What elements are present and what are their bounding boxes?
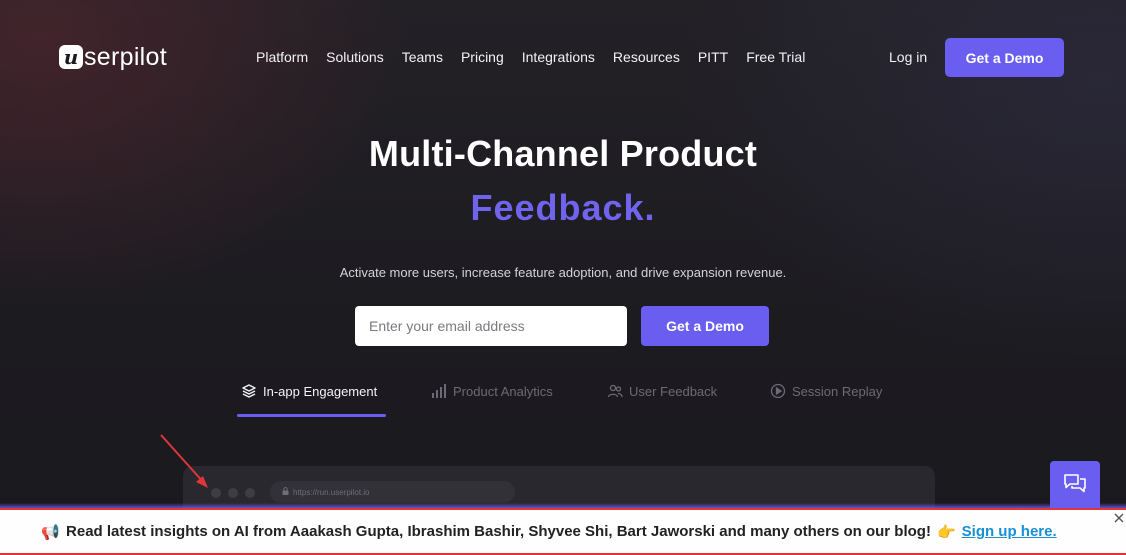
tab-label: In-app Engagement xyxy=(263,383,378,399)
hero-subtitle: Activate more users, increase feature ad… xyxy=(339,265,787,280)
login-link[interactable]: Log in xyxy=(889,49,927,65)
tab-session-replay[interactable]: Session Replay xyxy=(770,383,882,399)
main-nav: Platform Solutions Teams Pricing Integra… xyxy=(256,49,805,65)
preview-url-bar: https://run.userpilot.io xyxy=(270,481,515,503)
hero-title: Multi-Channel Product xyxy=(368,133,758,174)
chat-icon xyxy=(1063,473,1087,500)
email-input[interactable] xyxy=(355,306,627,346)
tab-in-app-engagement[interactable]: In-app Engagement xyxy=(241,383,377,399)
tab-user-feedback[interactable]: User Feedback xyxy=(607,383,717,399)
pointing-hand-icon: 👉 xyxy=(936,523,956,541)
userpilot-logo[interactable]: u serpilot xyxy=(59,42,167,72)
play-circle-icon xyxy=(770,383,786,399)
nav-item-free-trial[interactable]: Free Trial xyxy=(746,49,805,65)
nav-item-solutions[interactable]: Solutions xyxy=(326,49,384,65)
sign-up-link[interactable]: Sign up here. xyxy=(962,523,1057,540)
get-demo-nav-button[interactable]: Get a Demo xyxy=(945,38,1064,77)
layers-icon xyxy=(241,383,257,399)
nav-item-pitt[interactable]: PITT xyxy=(698,49,728,65)
annotation-arrow-icon xyxy=(160,434,208,488)
tab-label: Session Replay xyxy=(792,383,883,399)
nav-item-platform[interactable]: Platform xyxy=(256,49,308,65)
announcement-banner: 📢 Read latest insights on AI from Aaakas… xyxy=(0,508,1126,555)
tab-product-analytics[interactable]: Product Analytics xyxy=(431,383,553,399)
banner-message: Read latest insights on AI from Aaakash … xyxy=(66,523,931,540)
bar-chart-icon xyxy=(431,383,447,399)
window-dot xyxy=(228,488,238,498)
hero-accent-title: Feedback. xyxy=(470,187,656,228)
megaphone-icon: 📢 xyxy=(41,523,61,541)
logo-text: serpilot xyxy=(84,42,167,71)
preview-url: https://run.userpilot.io xyxy=(293,487,370,497)
logo-mark: u xyxy=(59,45,83,69)
banner-close-icon[interactable] xyxy=(1112,511,1126,525)
users-icon xyxy=(607,383,623,399)
lock-icon xyxy=(282,487,289,497)
tab-label: Product Analytics xyxy=(453,383,553,399)
nav-item-integrations[interactable]: Integrations xyxy=(522,49,595,65)
nav-item-pricing[interactable]: Pricing xyxy=(461,49,504,65)
active-tab-indicator xyxy=(237,414,386,417)
get-demo-hero-button[interactable]: Get a Demo xyxy=(641,306,769,346)
banner-content: 📢 Read latest insights on AI from Aaakas… xyxy=(41,523,1056,541)
window-dot xyxy=(245,488,255,498)
tab-label: User Feedback xyxy=(629,383,718,399)
nav-item-teams[interactable]: Teams xyxy=(402,49,443,65)
nav-item-resources[interactable]: Resources xyxy=(613,49,680,65)
